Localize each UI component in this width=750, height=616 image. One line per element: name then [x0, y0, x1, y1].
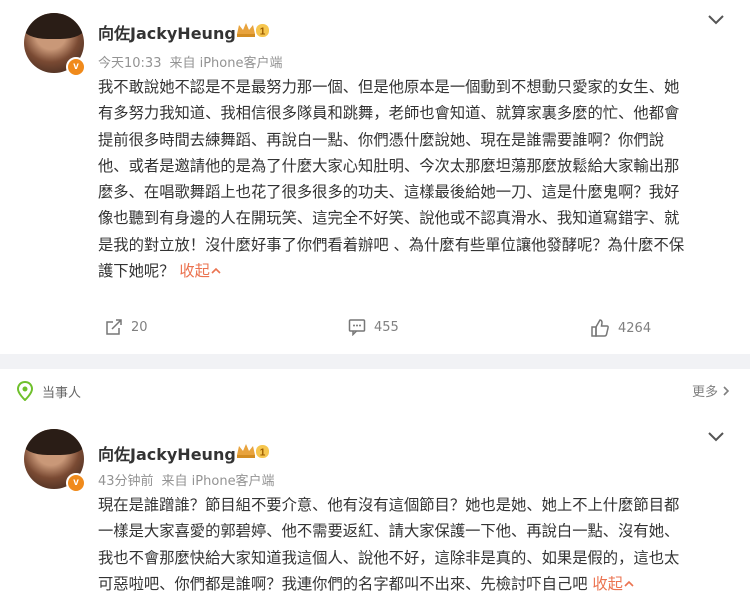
chevron-right-icon [723, 385, 730, 396]
comment-button[interactable]: 455 [348, 318, 399, 336]
topic-tag[interactable]: 当事人 [16, 381, 81, 401]
post-card: 当事人 更多 v 向佐JackyHeung 1 43分钟前 来自 iPhone客户… [0, 369, 750, 616]
action-bar: 20 455 4264 [0, 318, 750, 348]
chevron-up-icon [211, 267, 221, 274]
medal-icon[interactable]: 1 [234, 21, 270, 39]
comment-icon [348, 319, 366, 336]
post-text: 我不敢說她不認是不是最努力那一個、但是他原本是一個動到不想動只愛家的女生、她 有… [98, 78, 685, 281]
like-icon [591, 319, 609, 337]
verified-icon: v [66, 473, 86, 493]
location-pin-icon [16, 381, 34, 401]
author-name[interactable]: 向佐JackyHeung [98, 20, 236, 44]
post-meta: 43分钟前 来自 iPhone客户端 [98, 470, 283, 489]
post-source: 来自 iPhone客户端 [169, 56, 283, 71]
collapse-link[interactable]: 收起 [592, 575, 635, 593]
badge-level: 1 [260, 448, 266, 459]
verified-icon: v [66, 57, 86, 77]
like-button[interactable]: 4264 [590, 318, 651, 338]
repost-button[interactable]: 20 [105, 318, 148, 336]
more-link[interactable]: 更多 [692, 381, 730, 400]
repost-icon [106, 319, 122, 335]
chevron-down-icon[interactable] [706, 12, 726, 26]
badge-level: 1 [260, 27, 266, 38]
author-name[interactable]: 向佐JackyHeung [98, 441, 236, 465]
post-time[interactable]: 今天10:33 [98, 56, 161, 71]
post-time[interactable]: 43分钟前 [98, 474, 154, 489]
chevron-down-icon[interactable] [706, 429, 726, 443]
medal-icon[interactable]: 1 [234, 442, 270, 460]
post-card: v 向佐JackyHeung 1 今天10:33 来自 iPhone客户端 我不敢… [0, 0, 750, 354]
collapse-link[interactable]: 收起 [179, 262, 222, 280]
post-text: 現在是誰蹭誰？節目組不要介意、他有沒有這個節目？她也是她、她上不上什麼節目都 一… [98, 496, 680, 593]
chevron-up-icon [624, 580, 634, 587]
post-source: 来自 iPhone客户端 [161, 474, 275, 489]
post-meta: 今天10:33 来自 iPhone客户端 [98, 52, 290, 71]
